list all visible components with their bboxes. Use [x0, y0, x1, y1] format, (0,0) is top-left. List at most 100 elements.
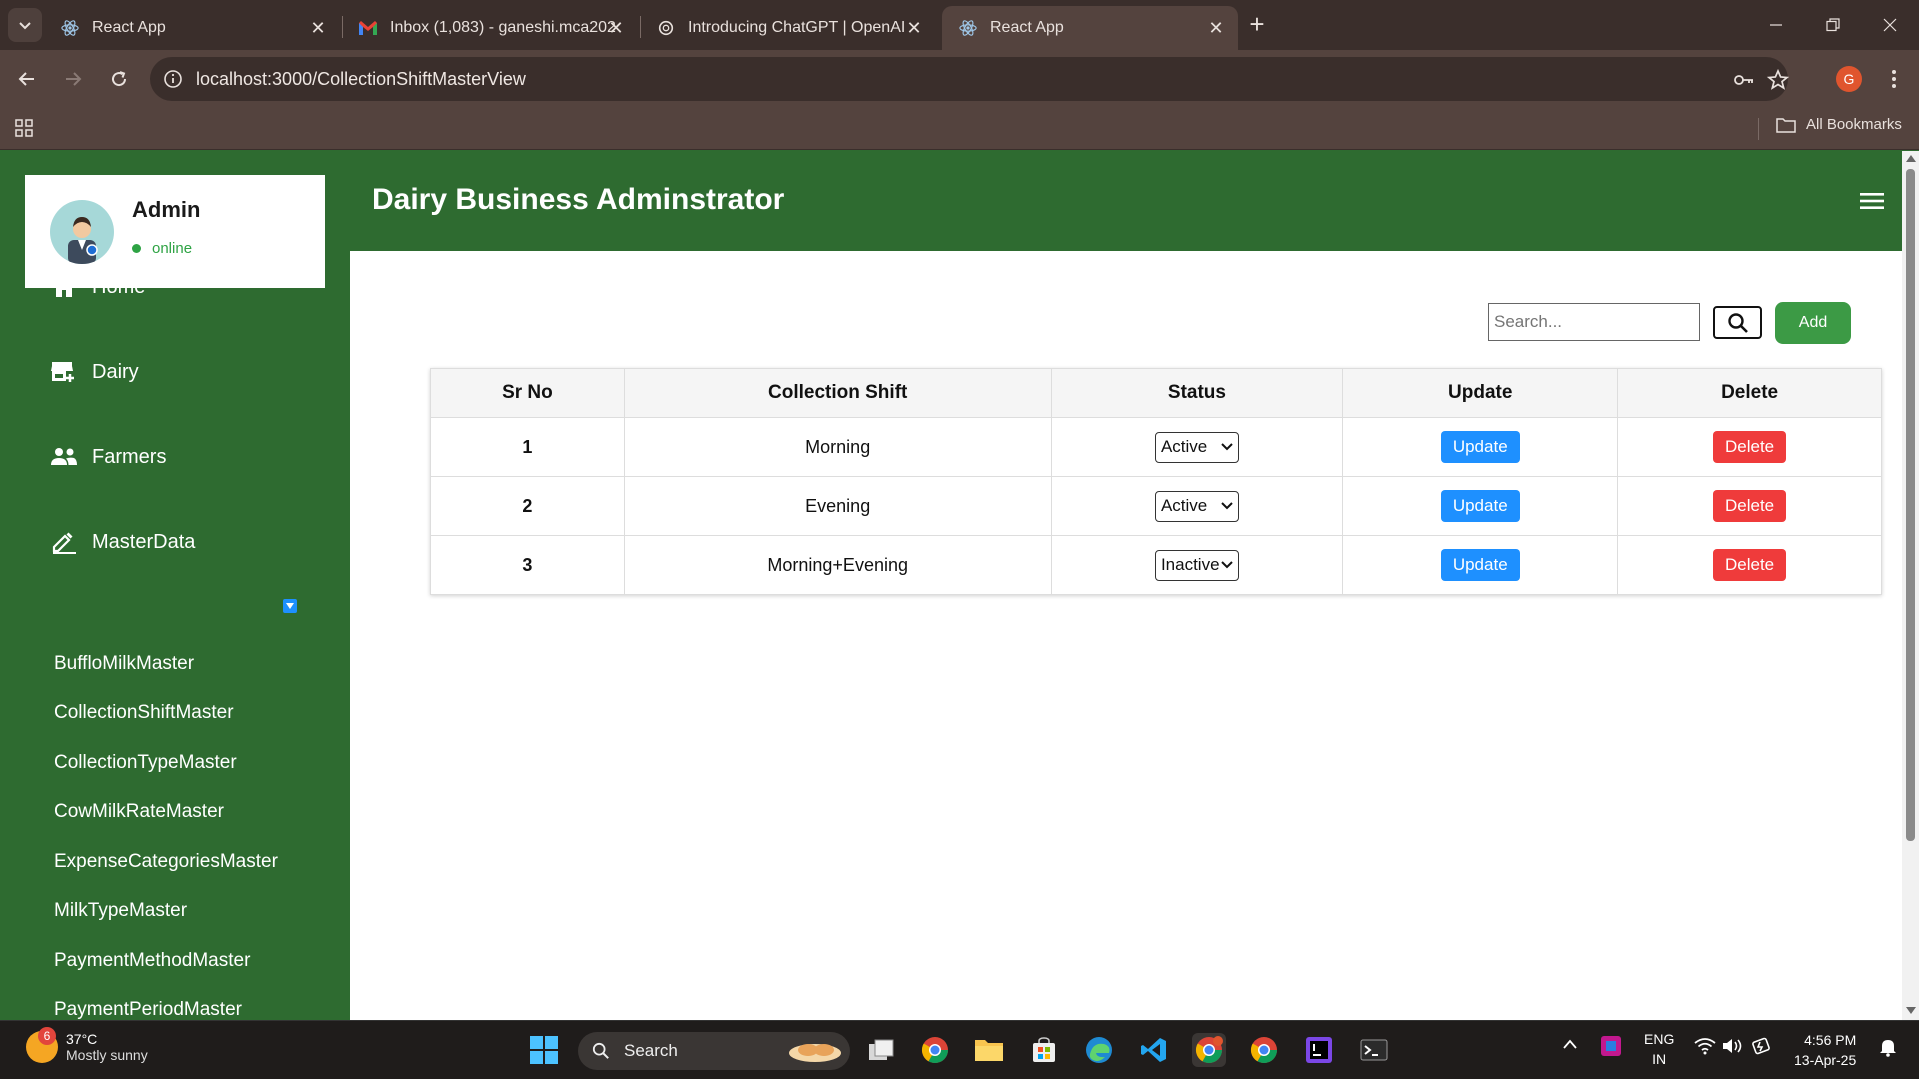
- sidebar-item-home[interactable]: Home: [50, 273, 145, 301]
- browser-menu-button[interactable]: [1880, 64, 1908, 94]
- masterdata-toggle-icon[interactable]: [283, 599, 297, 613]
- submenu-collection-shift-master[interactable]: CollectionShiftMaster: [54, 702, 234, 724]
- browser-tab-3[interactable]: Introducing ChatGPT | OpenAI ✕: [640, 6, 936, 50]
- submenu-buffalo-milk-master[interactable]: BuffloMilkMaster: [54, 653, 194, 675]
- bookmark-star-icon[interactable]: [1766, 68, 1790, 92]
- chrome-icon: [1195, 1036, 1223, 1064]
- scroll-down-icon[interactable]: [1906, 1007, 1916, 1014]
- taskbar-edge[interactable]: [1082, 1033, 1116, 1067]
- sidebar-item-farmers[interactable]: Farmers: [50, 443, 166, 471]
- new-tab-button[interactable]: +: [1244, 11, 1270, 38]
- submenu-expense-categories-master[interactable]: ExpenseCategoriesMaster: [54, 851, 278, 873]
- submenu-payment-method-master[interactable]: PaymentMethodMaster: [54, 950, 250, 972]
- search-button[interactable]: [1713, 306, 1762, 339]
- notifications-icon[interactable]: [1878, 1037, 1898, 1060]
- status-select[interactable]: Active: [1154, 490, 1239, 522]
- close-tab-icon[interactable]: ✕: [904, 18, 924, 38]
- react-icon: [60, 18, 80, 38]
- apps-grid-icon[interactable]: [14, 118, 34, 138]
- status-select[interactable]: Active: [1154, 431, 1239, 463]
- wifi-icon[interactable]: [1694, 1037, 1716, 1058]
- task-view-button[interactable]: [864, 1033, 898, 1067]
- submenu-collection-type-master[interactable]: CollectionTypeMaster: [54, 752, 237, 774]
- page-scrollbar[interactable]: [1902, 151, 1919, 1020]
- cell-collection-shift: Morning+Evening: [623, 535, 1052, 595]
- taskbar-vscode[interactable]: [1137, 1033, 1171, 1067]
- collection-shift-table: Sr No Collection Shift Status Update Del…: [430, 368, 1882, 595]
- hamburger-menu-icon[interactable]: [1860, 191, 1884, 211]
- password-key-icon[interactable]: [1732, 68, 1756, 92]
- close-tab-icon[interactable]: ✕: [308, 18, 328, 38]
- restore-button[interactable]: [1813, 8, 1853, 42]
- update-button[interactable]: Update: [1440, 549, 1520, 581]
- sidebar-item-label: Home: [92, 275, 146, 298]
- language-indicator[interactable]: ENG IN: [1644, 1029, 1674, 1069]
- search-input[interactable]: [1488, 303, 1700, 341]
- taskbar-chrome-2-active[interactable]: [1192, 1033, 1226, 1067]
- close-tab-icon[interactable]: ✕: [1206, 18, 1226, 38]
- update-button[interactable]: Update: [1440, 431, 1520, 463]
- tray-overflow-icon[interactable]: [1562, 1037, 1578, 1053]
- notification-badge: 6: [38, 1027, 56, 1045]
- taskbar-file-explorer[interactable]: [972, 1033, 1006, 1067]
- close-window-button[interactable]: [1870, 8, 1910, 42]
- clock-time: 4:56 PM: [1804, 1032, 1857, 1048]
- scrollbar-thumb[interactable]: [1906, 169, 1915, 841]
- weather-widget[interactable]: 6 37°C Mostly sunny: [26, 1027, 148, 1063]
- update-button[interactable]: Update: [1440, 490, 1520, 522]
- terminal-icon: [1360, 1039, 1388, 1061]
- minimize-button[interactable]: [1756, 8, 1796, 42]
- browser-tab-2[interactable]: Inbox (1,083) - ganeshi.mca202 ✕: [342, 6, 638, 50]
- submenu-cow-milk-rate-master[interactable]: CowMilkRateMaster: [54, 801, 224, 823]
- forward-button[interactable]: [58, 64, 88, 94]
- taskbar-intellij[interactable]: [1302, 1033, 1336, 1067]
- tab-search-button[interactable]: [8, 8, 42, 42]
- search-icon: [592, 1042, 609, 1059]
- system-clock[interactable]: 4:56 PM 13-Apr-25: [1794, 1030, 1856, 1070]
- close-tab-icon[interactable]: ✕: [606, 18, 626, 38]
- chevron-down-icon: [19, 22, 31, 30]
- status-select[interactable]: Inactive: [1154, 549, 1239, 581]
- sidebar-item-label: MasterData: [92, 530, 196, 553]
- column-header-update: Update: [1342, 368, 1619, 418]
- submenu-milk-type-master[interactable]: MilkTypeMaster: [54, 900, 187, 922]
- profile-avatar[interactable]: G: [1836, 66, 1862, 92]
- taskbar-store[interactable]: [1027, 1033, 1061, 1067]
- browser-tabstrip: React App ✕ Inbox (1,083) - ganeshi.mca2…: [0, 0, 1919, 50]
- cell-update: Update: [1342, 476, 1619, 536]
- browser-tab-4-active[interactable]: React App ✕: [942, 6, 1238, 50]
- battery-icon[interactable]: [1752, 1037, 1774, 1058]
- address-bar[interactable]: localhost:3000/CollectionShiftMasterView: [150, 57, 1790, 101]
- taskbar-terminal[interactable]: [1357, 1033, 1391, 1067]
- reload-button[interactable]: [104, 64, 134, 94]
- chrome-icon: [1250, 1037, 1278, 1064]
- sidebar-item-masterdata[interactable]: MasterData: [50, 528, 195, 556]
- taskbar-search[interactable]: Search: [578, 1032, 850, 1070]
- back-button[interactable]: [12, 64, 42, 94]
- volume-icon[interactable]: [1722, 1037, 1744, 1058]
- cell-status: Active: [1050, 476, 1344, 536]
- all-bookmarks-button[interactable]: All Bookmarks: [1776, 116, 1902, 133]
- submenu-payment-period-master[interactable]: PaymentPeriodMaster: [54, 999, 242, 1020]
- delete-button[interactable]: Delete: [1713, 490, 1787, 522]
- info-icon[interactable]: [162, 68, 184, 90]
- taskbar-chrome-1[interactable]: [918, 1033, 952, 1067]
- tray-app-icon[interactable]: [1600, 1035, 1622, 1060]
- tab-title: Introducing ChatGPT | OpenAI: [688, 19, 906, 36]
- page-title: Dairy Business Adminstrator: [372, 183, 785, 216]
- folder-icon: [975, 1040, 1003, 1061]
- sidebar-item-dairy[interactable]: Dairy: [50, 358, 139, 386]
- browser-tab-1[interactable]: React App ✕: [44, 6, 340, 50]
- cell-delete: Delete: [1617, 476, 1882, 536]
- bookmarks-divider: [1758, 118, 1759, 140]
- scroll-up-icon[interactable]: [1906, 155, 1916, 162]
- delete-button[interactable]: Delete: [1713, 549, 1787, 581]
- taskbar-chrome-3[interactable]: [1247, 1033, 1281, 1067]
- add-button[interactable]: Add: [1775, 302, 1851, 344]
- delete-button[interactable]: Delete: [1713, 431, 1787, 463]
- weather-desc: Mostly sunny: [66, 1047, 148, 1063]
- minimize-icon: [1770, 24, 1782, 26]
- cell-update: Update: [1342, 417, 1619, 477]
- close-icon: [1883, 18, 1897, 32]
- start-button[interactable]: [527, 1033, 561, 1067]
